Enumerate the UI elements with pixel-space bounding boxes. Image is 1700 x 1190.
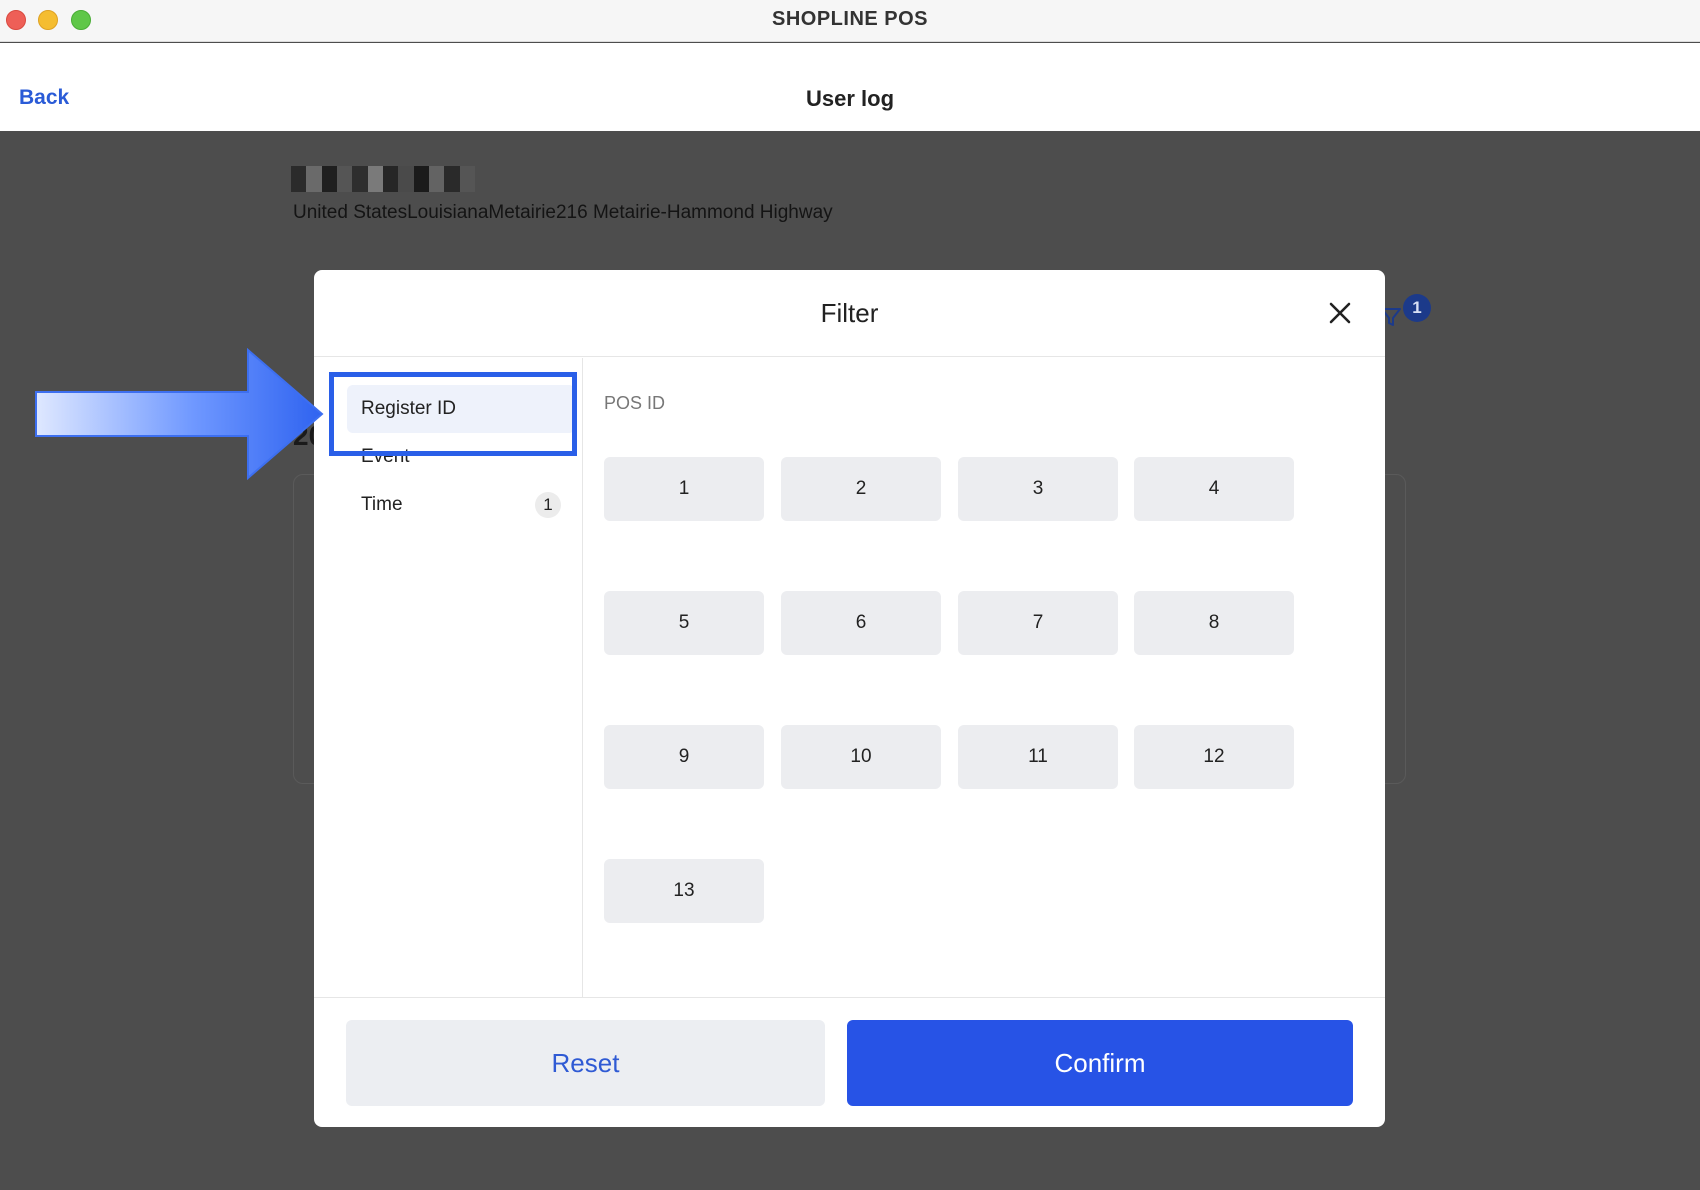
window-titlebar: SHOPLINE POS <box>0 0 1700 42</box>
pos-id-option[interactable]: 11 <box>958 725 1118 789</box>
sidebar-item-time[interactable]: Time 1 <box>347 481 575 529</box>
pos-id-option[interactable]: 1 <box>604 457 764 521</box>
navbar: Back User log <box>0 43 1700 131</box>
reset-button[interactable]: Reset <box>346 1020 825 1106</box>
pos-id-option[interactable]: 2 <box>781 457 941 521</box>
modal-footer: Reset Confirm <box>314 997 1385 1127</box>
filter-category-sidebar: Register ID Event Time 1 <box>314 358 583 998</box>
pos-id-option[interactable]: 3 <box>958 457 1118 521</box>
time-filter-count-badge: 1 <box>535 492 561 518</box>
section-label: POS ID <box>604 393 666 413</box>
modal-header: Filter <box>314 270 1385 357</box>
pos-id-option[interactable]: 10 <box>781 725 941 789</box>
confirm-button[interactable]: Confirm <box>847 1020 1353 1106</box>
pos-id-option[interactable]: 7 <box>958 591 1118 655</box>
pos-id-option[interactable]: 8 <box>1134 591 1294 655</box>
modal-title: Filter <box>820 298 879 328</box>
pos-id-option[interactable]: 4 <box>1134 457 1294 521</box>
close-icon <box>1329 302 1351 324</box>
filter-modal: Filter Register ID Event Time 1 POS ID 1… <box>314 270 1385 1127</box>
pos-id-option[interactable]: 9 <box>604 725 764 789</box>
sidebar-item-label: Register ID <box>361 398 457 419</box>
filter-options-panel: POS ID 1 2 3 4 5 6 7 8 9 10 11 12 13 <box>584 358 1385 998</box>
pos-id-option[interactable]: 12 <box>1134 725 1294 789</box>
sidebar-item-event[interactable]: Event <box>347 433 575 481</box>
pos-id-option[interactable]: 5 <box>604 591 764 655</box>
sidebar-item-label: Event <box>361 446 410 467</box>
pointer-arrow-icon <box>35 348 324 480</box>
store-address: United StatesLouisianaMetairie216 Metair… <box>293 202 833 223</box>
sidebar-item-register-id[interactable]: Register ID <box>347 385 575 433</box>
pos-id-option[interactable]: 13 <box>604 859 764 923</box>
filter-count-badge: 1 <box>1403 294 1431 322</box>
page-title: User log <box>805 86 895 111</box>
store-name-redacted <box>291 166 475 192</box>
pos-id-option[interactable]: 6 <box>781 591 941 655</box>
sidebar-item-label: Time <box>361 494 403 515</box>
app-title: SHOPLINE POS <box>771 8 929 30</box>
close-button[interactable] <box>1325 298 1355 328</box>
